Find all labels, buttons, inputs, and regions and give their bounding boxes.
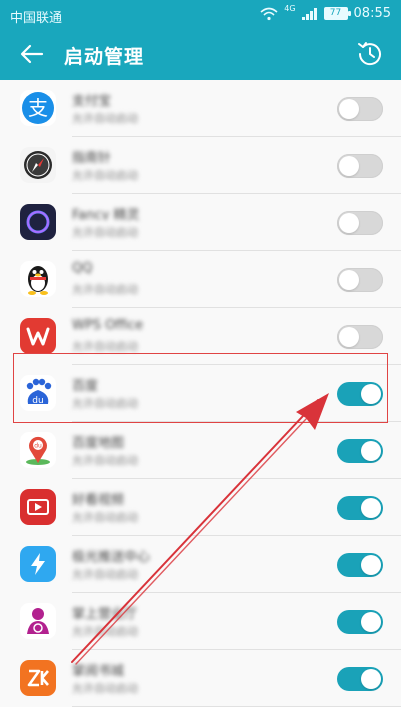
app-desc: 允许自动启动 bbox=[72, 283, 138, 295]
list-item: 好看视频 允许自动启动 bbox=[0, 479, 401, 536]
back-arrow-icon[interactable] bbox=[18, 40, 46, 68]
alipay-icon: 支 bbox=[20, 90, 56, 126]
app-desc: 允许自动启动 bbox=[72, 682, 138, 694]
autostart-toggle[interactable] bbox=[337, 154, 383, 178]
toggle-knob bbox=[361, 555, 381, 575]
app-text: WPS Office 允许自动启动 bbox=[72, 318, 292, 358]
autostart-toggle[interactable] bbox=[337, 325, 383, 349]
list-item: du 百度地图 允许自动启动 bbox=[0, 422, 401, 479]
app-name: 掌上营业厅 bbox=[72, 607, 138, 619]
list-item: 掌阅书城 允许自动启动 bbox=[0, 650, 401, 707]
app-desc: 允许自动启动 bbox=[72, 625, 138, 637]
video-icon bbox=[20, 489, 56, 525]
toggle-knob bbox=[339, 270, 359, 290]
list-item: 支 支付宝 允许自动启动 bbox=[0, 80, 401, 137]
app-desc: 允许自动启动 bbox=[72, 511, 138, 523]
toggle-knob bbox=[339, 327, 359, 347]
zk-icon bbox=[20, 660, 56, 696]
app-text: 极光推送中心 允许自动启动 bbox=[72, 546, 292, 586]
app-desc: 允许自动启动 bbox=[72, 169, 138, 181]
unicom-icon bbox=[20, 603, 56, 639]
app-name: QQ bbox=[72, 261, 93, 276]
history-clock-icon[interactable] bbox=[355, 39, 385, 69]
list-item: 掌上营业厅 允许自动启动 bbox=[0, 593, 401, 650]
app-name: WPS Office bbox=[72, 318, 144, 333]
app-name: 掌阅书城 bbox=[72, 664, 125, 676]
app-name: 好看视频 bbox=[72, 493, 125, 505]
toggle-knob bbox=[339, 156, 359, 176]
list-item: QQ 允许自动启动 bbox=[0, 251, 401, 308]
app-text: 好看视频 允许自动启动 bbox=[72, 489, 292, 529]
toggle-knob bbox=[339, 213, 359, 233]
toggle-knob bbox=[361, 669, 381, 689]
wps-icon bbox=[20, 318, 56, 354]
battery-icon: 77 bbox=[323, 7, 351, 20]
list-item: WPS Office 允许自动启动 bbox=[0, 308, 401, 365]
clock: 08:55 bbox=[353, 6, 391, 21]
app-text: 指南针 允许自动启动 bbox=[72, 147, 292, 187]
app-name: 百度 bbox=[72, 379, 99, 391]
app-name: 百度地图 bbox=[72, 436, 125, 448]
toggle-knob bbox=[361, 612, 381, 632]
list-item: 极光推送中心 允许自动启动 bbox=[0, 536, 401, 593]
app-name: 指南针 bbox=[72, 151, 112, 163]
svg-text:支: 支 bbox=[28, 96, 48, 120]
autostart-toggle[interactable] bbox=[337, 268, 383, 292]
list-item: du 百度 允许自动启动 bbox=[0, 365, 401, 422]
network-type: 4G bbox=[284, 4, 296, 13]
app-desc: 允许自动启动 bbox=[72, 226, 138, 238]
wifi-icon bbox=[260, 7, 278, 20]
autostart-toggle[interactable] bbox=[337, 553, 383, 577]
bolt-icon bbox=[20, 546, 56, 582]
app-desc: 允许自动启动 bbox=[72, 340, 138, 352]
autostart-toggle[interactable] bbox=[337, 667, 383, 691]
app-name: Fancy 精灵 bbox=[72, 208, 140, 220]
autostart-toggle[interactable] bbox=[337, 496, 383, 520]
autostart-toggle[interactable] bbox=[337, 439, 383, 463]
autostart-toggle[interactable] bbox=[337, 97, 383, 121]
app-desc: 允许自动启动 bbox=[72, 568, 138, 580]
toggle-knob bbox=[361, 498, 381, 518]
app-text: 掌上营业厅 允许自动启动 bbox=[72, 603, 292, 643]
toggle-knob bbox=[361, 441, 381, 461]
ring-icon bbox=[20, 204, 56, 240]
toolbar: 启动管理 bbox=[0, 30, 401, 80]
app-text: 百度地图 允许自动启动 bbox=[72, 432, 292, 472]
svg-text:du: du bbox=[32, 396, 43, 406]
app-name: 极光推送中心 bbox=[72, 550, 151, 562]
carrier-name: 中国联通 bbox=[10, 11, 63, 26]
app-name: 支付宝 bbox=[72, 94, 112, 106]
app-header: 中国联通 4G 77 08:55 启动管理 bbox=[0, 0, 401, 80]
autostart-toggle[interactable] bbox=[337, 610, 383, 634]
system-indicators: 4G 77 08:55 bbox=[260, 4, 391, 21]
status-bar: 中国联通 4G 77 08:55 bbox=[0, 0, 401, 30]
app-text: Fancy 精灵 允许自动启动 bbox=[72, 204, 292, 244]
qq-icon bbox=[20, 261, 56, 297]
startup-app-list: 支 支付宝 允许自动启动 指南针 允许自动启动 Fancy 精灵 允许自动启动 … bbox=[0, 80, 401, 707]
list-item: Fancy 精灵 允许自动启动 bbox=[0, 194, 401, 251]
toggle-knob bbox=[339, 99, 359, 119]
app-text: 掌阅书城 允许自动启动 bbox=[72, 660, 292, 700]
compass-icon bbox=[20, 147, 56, 183]
autostart-toggle[interactable] bbox=[337, 211, 383, 235]
app-desc: 允许自动启动 bbox=[72, 454, 138, 466]
autostart-toggle[interactable] bbox=[337, 382, 383, 406]
app-text: 百度 允许自动启动 bbox=[72, 375, 292, 415]
app-text: 支付宝 允许自动启动 bbox=[72, 90, 292, 130]
baidu-icon: du bbox=[20, 375, 56, 411]
app-desc: 允许自动启动 bbox=[72, 397, 138, 409]
app-desc: 允许自动启动 bbox=[72, 112, 138, 124]
map-pin-icon: du bbox=[20, 432, 56, 468]
list-item: 指南针 允许自动启动 bbox=[0, 137, 401, 194]
page-title: 启动管理 bbox=[64, 46, 145, 68]
app-text: QQ 允许自动启动 bbox=[72, 261, 292, 301]
signal-icon bbox=[301, 7, 317, 20]
toggle-knob bbox=[361, 384, 381, 404]
svg-text:du: du bbox=[34, 443, 42, 450]
